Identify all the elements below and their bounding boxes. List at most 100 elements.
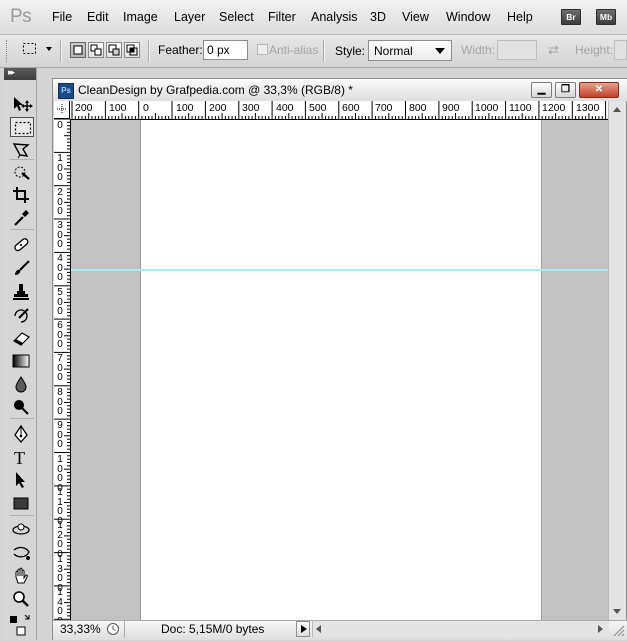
hruler-label: 400 — [276, 102, 294, 114]
vertical-ruler[interactable]: 0 1 0 0 2 0 0 3 0 0 4 0 0 5 0 0 6 0 0 7 0 0 8 0 … — [54, 119, 71, 620]
horizontal-guide[interactable] — [71, 269, 608, 271]
move-tool[interactable] — [9, 94, 37, 114]
feather-input[interactable]: 0 px — [203, 40, 248, 60]
gradient-icon — [12, 354, 30, 368]
rectangular-marquee-tool[interactable] — [10, 117, 34, 137]
feather-label: Feather: — [158, 43, 203, 57]
hruler-label: 1000 — [475, 102, 499, 114]
zoom-tool[interactable] — [9, 589, 37, 609]
crop-tool[interactable] — [9, 185, 37, 205]
menu-select[interactable]: Select — [219, 10, 254, 24]
photoshop-logo: Ps — [10, 6, 32, 27]
scroll-right-icon — [598, 625, 603, 633]
3d-orbit-tool[interactable] — [9, 543, 37, 563]
subtract-from-selection-button[interactable] — [106, 42, 122, 58]
clone-stamp-tool[interactable] — [9, 282, 37, 302]
vertical-scrollbar[interactable] — [608, 101, 626, 620]
scroll-down-button[interactable] — [609, 603, 625, 619]
eyedropper-icon — [14, 210, 29, 226]
mini-bridge-button[interactable]: Mb — [596, 9, 616, 25]
style-label: Style: — [335, 44, 366, 58]
path-selection-icon — [16, 472, 25, 488]
menu-file[interactable]: File — [52, 10, 72, 24]
hand-tool[interactable] — [9, 566, 37, 586]
scroll-up-button[interactable] — [609, 102, 625, 118]
add-to-selection-button[interactable] — [88, 42, 104, 58]
menu-layer[interactable]: Layer — [174, 10, 205, 24]
eyedropper-tool[interactable] — [9, 208, 37, 228]
resize-grip[interactable] — [609, 621, 626, 638]
color-swatches[interactable] — [9, 613, 31, 636]
menu-edit[interactable]: Edit — [87, 10, 109, 24]
close-button[interactable]: ✕ — [579, 82, 619, 98]
horizontal-ruler[interactable]: 200 100 0 100 200 300 400 500 600 700 80… — [70, 101, 608, 120]
menu-window[interactable]: Window — [446, 10, 490, 24]
menu-image[interactable]: Image — [123, 10, 158, 24]
hruler-label: 600 — [342, 102, 360, 114]
tool-preset-picker[interactable] — [22, 42, 38, 56]
ruler-origin-icon — [57, 104, 67, 114]
resize-grip-icon — [613, 625, 625, 637]
gradient-tool[interactable] — [9, 351, 37, 371]
eraser-tool[interactable] — [9, 328, 37, 348]
chevron-down-icon — [435, 48, 445, 54]
hand-icon — [15, 567, 28, 584]
ruler-origin[interactable] — [54, 101, 70, 119]
3d-rotate-icon — [12, 523, 30, 535]
width-label: Width: — [461, 43, 496, 57]
bridge-button[interactable]: Br — [561, 9, 581, 25]
lasso-tool[interactable] — [9, 140, 37, 160]
vertical-ruler-labels: 0 1 0 0 2 0 0 3 0 0 4 0 0 5 0 0 6 0 0 7 0 0 8 0 … — [54, 119, 70, 620]
zoom-level-field[interactable]: 33,33% — [57, 621, 103, 637]
rectangle-tool[interactable] — [9, 493, 37, 513]
add-selection-icon — [90, 44, 102, 56]
options-separator — [323, 40, 325, 62]
menu-view[interactable]: View — [402, 10, 429, 24]
dodge-tool[interactable] — [9, 397, 37, 417]
hruler-label: 700 — [375, 102, 393, 114]
restore-button[interactable]: ❐ — [555, 82, 576, 98]
collapse-panel-icon[interactable]: ▸▸ — [8, 67, 15, 78]
style-select[interactable]: Normal — [368, 40, 452, 61]
intersect-selection-button[interactable] — [124, 42, 140, 58]
new-selection-icon — [73, 45, 83, 55]
menu-filter[interactable]: Filter — [268, 10, 296, 24]
pen-icon — [14, 425, 28, 443]
options-grip[interactable] — [6, 40, 13, 62]
scroll-left-button[interactable] — [313, 622, 325, 636]
minimize-icon: ▁ — [537, 84, 546, 95]
pen-tool[interactable] — [9, 424, 37, 444]
status-info-button[interactable] — [106, 622, 120, 636]
menu-3d[interactable]: 3D — [370, 10, 386, 24]
antialias-label: Anti-alias — [269, 43, 319, 57]
spot-healing-brush-tool[interactable] — [9, 235, 37, 255]
path-selection-tool[interactable] — [9, 470, 37, 490]
minimize-button[interactable]: ▁ — [531, 82, 552, 98]
quick-selection-tool[interactable] — [9, 162, 37, 182]
type-tool[interactable]: T — [9, 447, 37, 467]
menu-help[interactable]: Help — [507, 10, 533, 24]
document-canvas[interactable] — [141, 120, 541, 620]
drop-icon — [15, 376, 27, 393]
preset-dropdown-icon[interactable] — [46, 47, 52, 51]
scroll-right-button[interactable] — [594, 622, 606, 636]
magnifier-icon — [13, 591, 29, 607]
menu-analysis[interactable]: Analysis — [311, 10, 358, 24]
blur-tool[interactable] — [9, 374, 37, 394]
horizontal-scrollbar[interactable] — [312, 621, 609, 637]
hruler-label: 200 — [75, 102, 93, 114]
tools-separator — [10, 515, 34, 516]
new-selection-button[interactable] — [70, 42, 86, 58]
brush-tool[interactable] — [9, 258, 37, 278]
height-input — [614, 40, 627, 60]
hruler-label: 500 — [309, 102, 327, 114]
status-menu-button[interactable] — [296, 621, 310, 637]
history-brush-tool[interactable] — [9, 305, 37, 325]
crop-icon — [13, 187, 29, 203]
3d-rotate-tool[interactable] — [9, 520, 37, 540]
vruler-label: 0 — [57, 120, 63, 131]
dodge-icon — [14, 400, 29, 415]
document-title: CleanDesign by Grafpedia.com @ 33,3% (RG… — [78, 83, 353, 97]
restore-icon: ❐ — [561, 84, 570, 95]
hruler-label: 300 — [242, 102, 260, 114]
